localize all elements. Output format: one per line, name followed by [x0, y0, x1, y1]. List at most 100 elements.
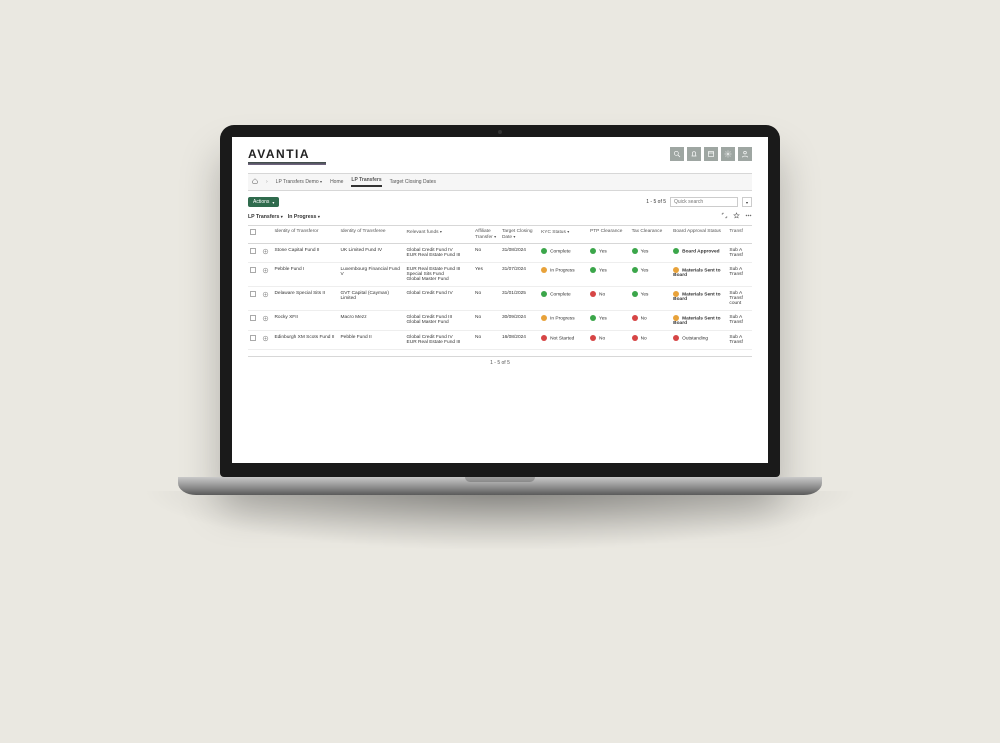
cell-tax: Yes: [630, 287, 672, 311]
row-checkbox[interactable]: [250, 291, 256, 297]
more-icon[interactable]: [745, 212, 752, 221]
cell-funds: Global Credit Fund IVEUR Real Estate Fun…: [405, 331, 474, 350]
search-icon[interactable]: [670, 147, 684, 161]
bell-icon[interactable]: [687, 147, 701, 161]
transfers-table: Identity of Transferor Identity of Trans…: [248, 225, 752, 350]
th-ptp[interactable]: PTP Clearance: [588, 226, 630, 244]
view-row-icon[interactable]: [262, 319, 269, 324]
status-dot: [590, 315, 596, 321]
status-dot: [541, 315, 547, 321]
status-dot: [541, 248, 547, 254]
th-funds[interactable]: Relevant funds ▾: [405, 226, 474, 244]
table-row[interactable]: Pebble Fund ILuxembourg Financial Fund V…: [248, 263, 752, 287]
table-row[interactable]: Stone Capital Fund IIUK Limited Fund IVG…: [248, 244, 752, 263]
cell-ptp: Yes: [588, 263, 630, 287]
app-root: AVANTIA › LP Transfers Demo ▾: [232, 137, 768, 376]
brand-underline: [248, 162, 326, 165]
cell-target-date: 16/08/2024: [500, 331, 539, 350]
view-row-icon[interactable]: [262, 295, 269, 300]
breadcrumb-sep: ›: [266, 179, 268, 185]
view-row-icon[interactable]: [262, 252, 269, 257]
cell-transferor: Delaware Special Sits II: [272, 287, 338, 311]
brand-logo: AVANTIA: [248, 147, 326, 161]
cell-board: Board Approved: [671, 244, 727, 263]
row-checkbox[interactable]: [250, 335, 256, 341]
th-board[interactable]: Board Approval Status: [671, 226, 727, 244]
actions-button[interactable]: Actions▾: [248, 197, 279, 207]
row-view-cell: [260, 244, 272, 263]
filter-lp-transfers[interactable]: LP Transfers ▾: [248, 214, 283, 220]
status-dot: [632, 248, 638, 254]
table-footer-range: 1 - 5 of 5: [248, 356, 752, 366]
row-view-cell: [260, 263, 272, 287]
expand-icon[interactable]: [721, 212, 728, 221]
cell-funds: Global Credit Fund IVEUR Real Estate Fun…: [405, 244, 474, 263]
row-view-cell: [260, 331, 272, 350]
view-row-icon[interactable]: [262, 271, 269, 276]
select-all-checkbox[interactable]: [250, 229, 256, 235]
row-checkbox[interactable]: [250, 248, 256, 254]
inbox-icon[interactable]: [704, 147, 718, 161]
breadcrumb-home[interactable]: Home: [330, 179, 343, 185]
th-kyc[interactable]: KYC Status ▾: [539, 226, 588, 244]
cell-ptp: Yes: [588, 311, 630, 331]
row-view-cell: [260, 311, 272, 331]
cell-board: Materials Sent to Board: [671, 311, 727, 331]
status-dot: [673, 335, 679, 341]
cell-target-date: 30/09/2024: [500, 311, 539, 331]
cell-affiliate: No: [473, 311, 500, 331]
cell-kyc: In Progress: [539, 311, 588, 331]
cell-affiliate: No: [473, 287, 500, 311]
quick-search-input[interactable]: [670, 197, 738, 207]
table-row[interactable]: Rocky XFIIMacro MezzGlobal Credit Fund I…: [248, 311, 752, 331]
laptop-shadow: [140, 491, 860, 551]
row-checkbox[interactable]: [250, 267, 256, 273]
th-tax[interactable]: Tax Clearance: [630, 226, 672, 244]
table-row[interactable]: Edinburgh XM Scots Fund IIPebble Fund II…: [248, 331, 752, 350]
status-dot: [632, 335, 638, 341]
status-dot: [590, 248, 596, 254]
cell-transferor: Stone Capital Fund II: [272, 244, 338, 263]
th-transferor[interactable]: Identity of Transferor: [272, 226, 338, 244]
camera-dot: [498, 130, 502, 134]
filter-line: LP Transfers ▾ In Progress ▾: [248, 212, 752, 221]
cell-transferee: UK Limited Fund IV: [338, 244, 404, 263]
user-icon[interactable]: [738, 147, 752, 161]
cell-target-date: 31/07/2024: [500, 263, 539, 287]
laptop-mockup: AVANTIA › LP Transfers Demo ▾: [220, 125, 780, 551]
cell-transfer: Sub A Transf: [727, 311, 752, 331]
status-dot: [590, 291, 596, 297]
cell-tax: Yes: [630, 244, 672, 263]
topbar: AVANTIA: [248, 147, 752, 165]
quick-search-dropdown[interactable]: ▾: [742, 197, 752, 207]
view-row-icon[interactable]: [262, 339, 269, 344]
cell-ptp: Yes: [588, 244, 630, 263]
th-transfer[interactable]: Transf: [727, 226, 752, 244]
breadcrumb-lp-transfers[interactable]: LP Transfers: [351, 177, 381, 187]
th-transferee[interactable]: Identity of Transferee: [338, 226, 404, 244]
screen-bezel: AVANTIA › LP Transfers Demo ▾: [220, 125, 780, 477]
th-affiliate[interactable]: Affiliate Transfer ▾: [473, 226, 500, 244]
cell-kyc: Not Started: [539, 331, 588, 350]
app-screen: AVANTIA › LP Transfers Demo ▾: [232, 137, 768, 463]
status-dot: [632, 291, 638, 297]
table-row[interactable]: Delaware Special Sits IIGVT Capital (Cay…: [248, 287, 752, 311]
cell-target-date: 31/08/2024: [500, 244, 539, 263]
cell-funds: Global Credit Fund IV: [405, 287, 474, 311]
view-controls: [721, 212, 752, 221]
cell-transferor: Edinburgh XM Scots Fund II: [272, 331, 338, 350]
star-icon[interactable]: [733, 212, 740, 221]
cell-transfer: Sub A Transf count: [727, 287, 752, 311]
laptop-base: [178, 477, 822, 495]
settings-icon[interactable]: [721, 147, 735, 161]
home-icon[interactable]: [252, 178, 258, 186]
breadcrumb-target-dates[interactable]: Target Closing Dates: [390, 179, 436, 185]
breadcrumb-root[interactable]: LP Transfers Demo ▾: [276, 179, 322, 185]
filter-in-progress[interactable]: In Progress ▾: [288, 214, 320, 220]
row-checkbox-cell: [248, 287, 260, 311]
status-dot: [590, 267, 596, 273]
cell-board: Materials Sent to Board: [671, 263, 727, 287]
cell-transferee: Macro Mezz: [338, 311, 404, 331]
row-checkbox[interactable]: [250, 315, 256, 321]
th-target-date[interactable]: Target Closing Date ▾: [500, 226, 539, 244]
